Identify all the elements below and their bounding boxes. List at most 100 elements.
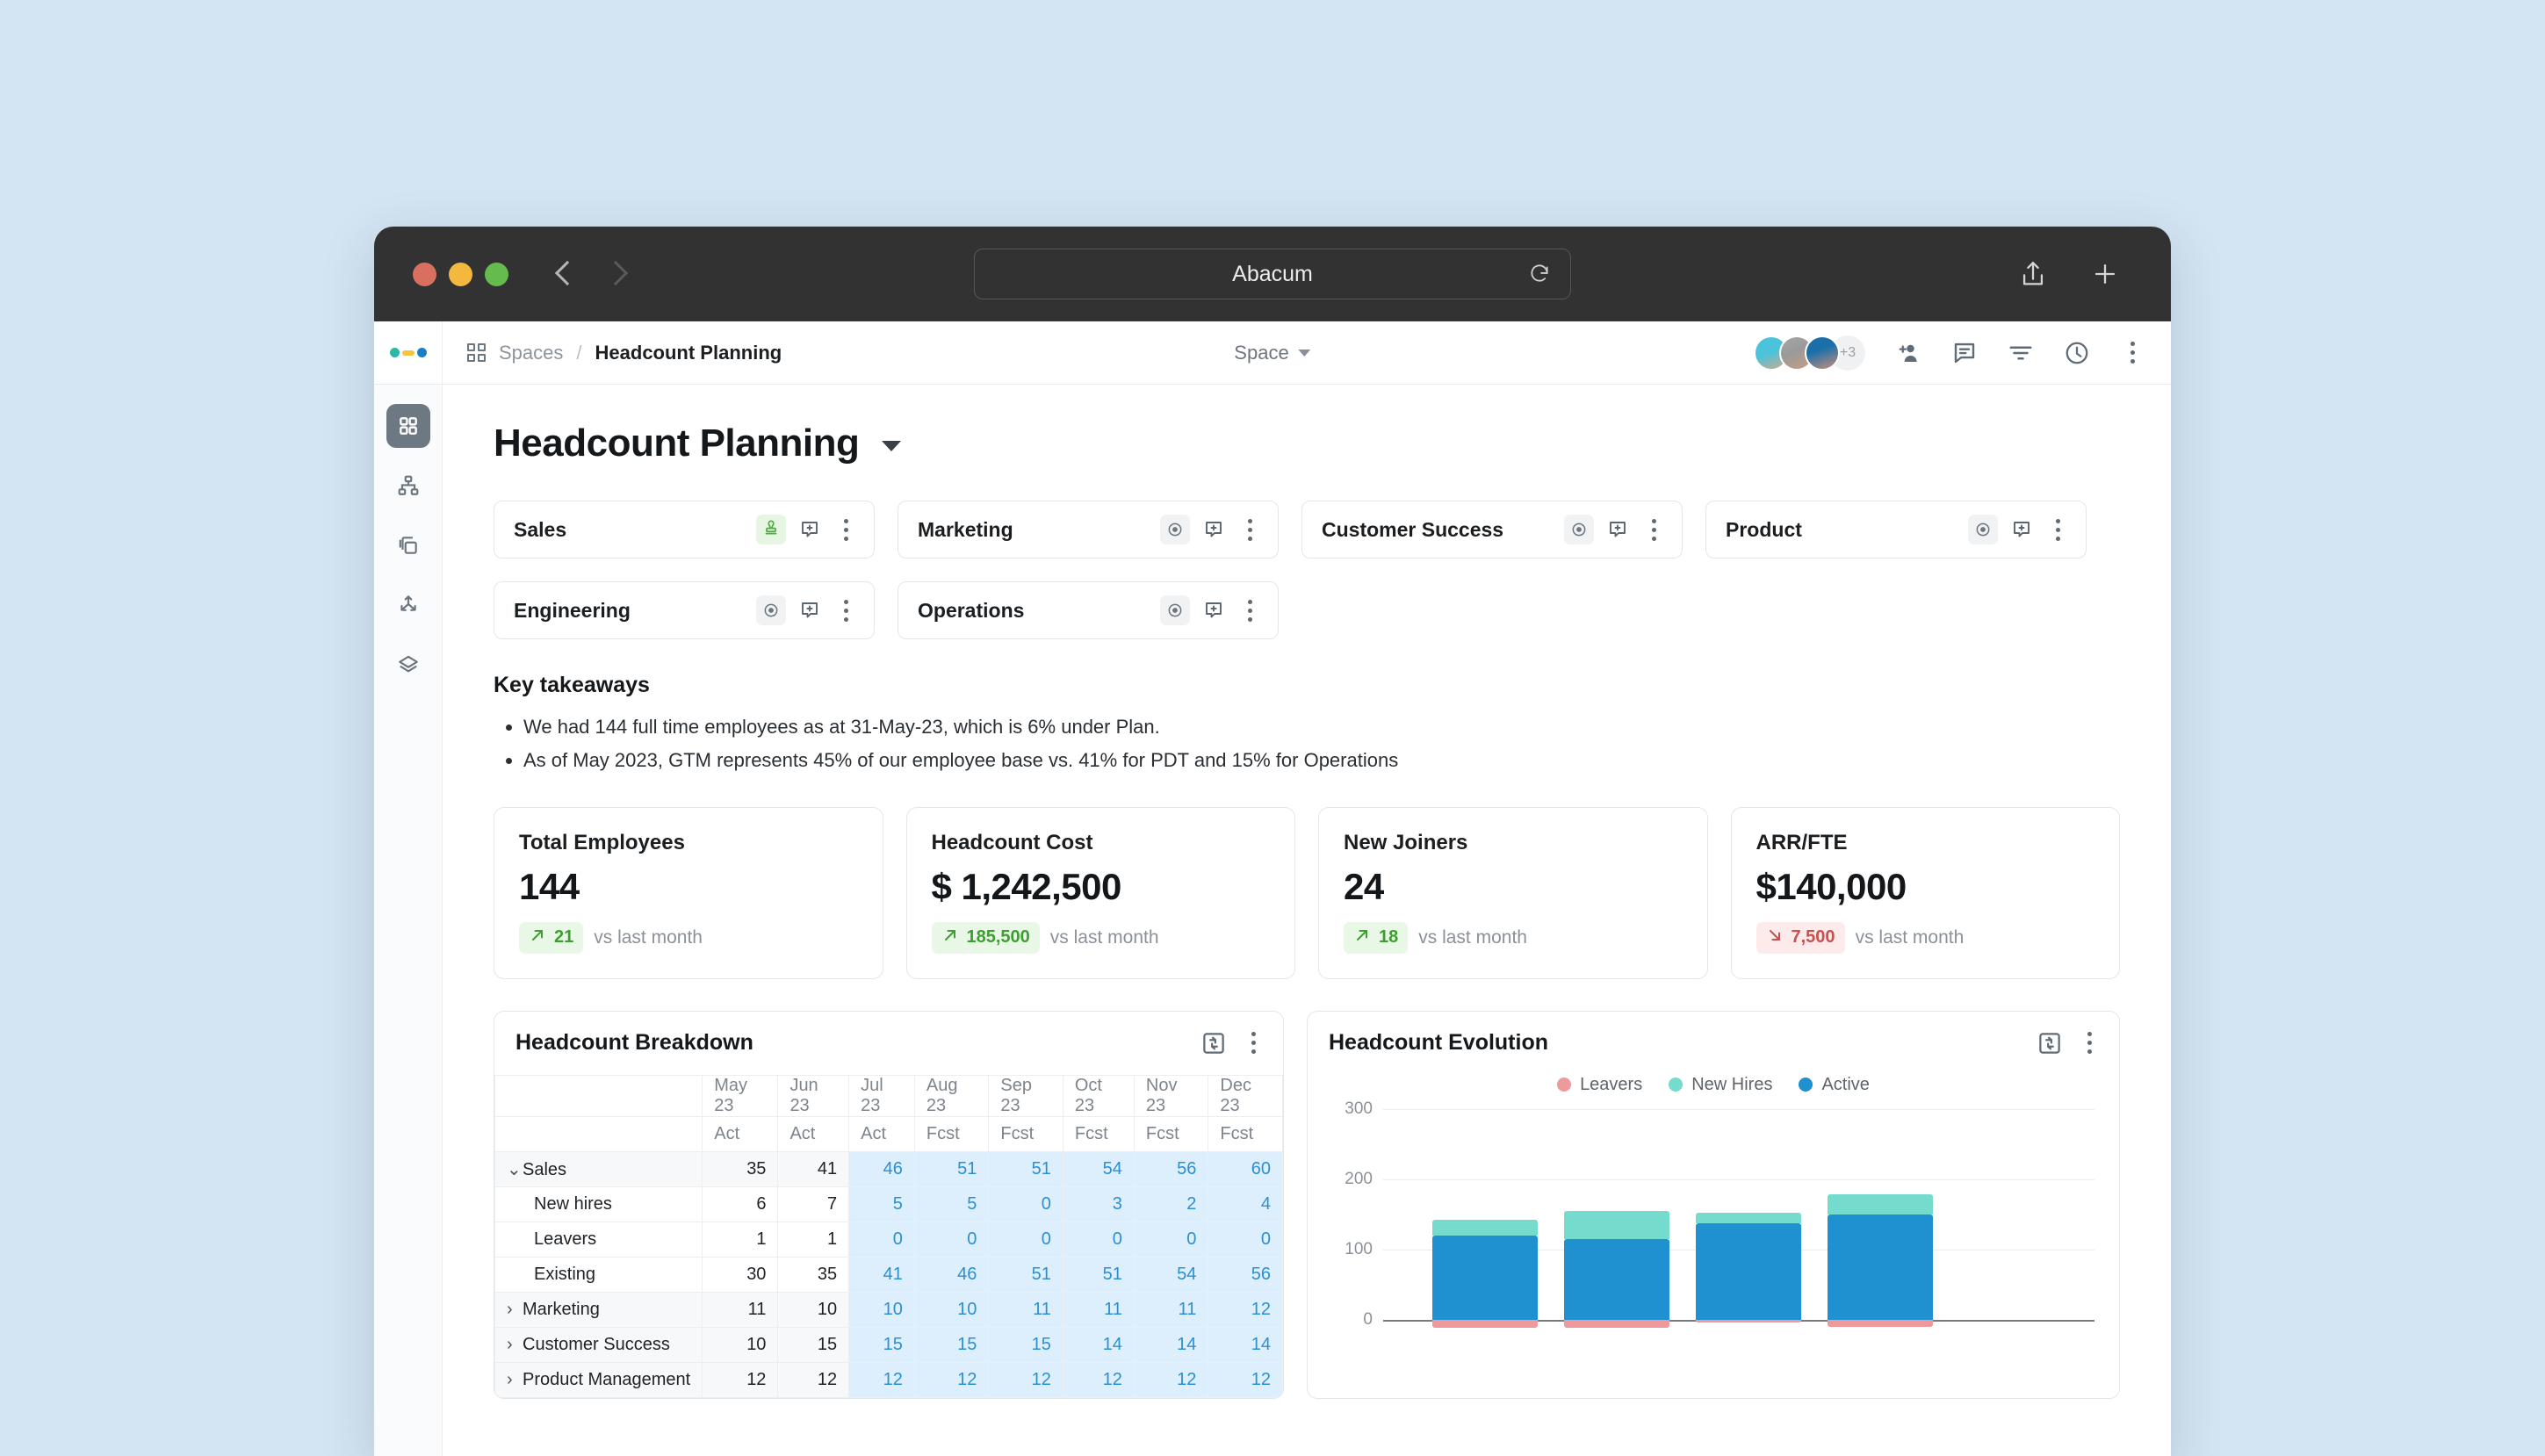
- table-cell[interactable]: 12: [988, 1361, 1063, 1398]
- table-row[interactable]: New hires 6 7 5 5 0 3 2 4: [494, 1186, 1283, 1222]
- legend-item-active[interactable]: Active: [1799, 1075, 1870, 1095]
- table-cell[interactable]: 46: [913, 1256, 990, 1293]
- table-cell[interactable]: 60: [1208, 1150, 1283, 1187]
- table-cell[interactable]: 0: [1208, 1221, 1283, 1258]
- collaborator-avatars[interactable]: +3: [1754, 335, 1865, 371]
- chart-bar-group[interactable]: [1696, 1109, 1801, 1364]
- table-row[interactable]: Existing 30 35 41 46 51 51 54 56: [494, 1256, 1283, 1293]
- sidebar-item-copies[interactable]: [386, 523, 430, 567]
- table-cell[interactable]: 11: [1133, 1291, 1209, 1328]
- table-row[interactable]: › Product Management 12 12 12 12 12 12 12 12: [494, 1361, 1283, 1398]
- stamp-approved-icon[interactable]: [756, 515, 786, 544]
- table-cell[interactable]: 14: [1208, 1326, 1283, 1363]
- table-cell[interactable]: 30: [702, 1256, 779, 1293]
- table-cell[interactable]: 12: [913, 1361, 990, 1398]
- table-cell[interactable]: 10: [702, 1326, 779, 1363]
- table-cell[interactable]: 14: [1062, 1326, 1135, 1363]
- table-cell[interactable]: 12: [1062, 1361, 1135, 1398]
- add-comment-icon[interactable]: [795, 595, 825, 625]
- table-cell[interactable]: 1: [702, 1221, 779, 1258]
- sidebar-item-dashboard[interactable]: [386, 404, 430, 448]
- pending-circle-icon[interactable]: [1968, 515, 1998, 544]
- table-cell[interactable]: 12: [1133, 1361, 1209, 1398]
- table-column-header[interactable]: Oct 23: [1062, 1074, 1135, 1117]
- table-cell[interactable]: 15: [777, 1326, 850, 1363]
- table-column-header[interactable]: Sep 23: [988, 1074, 1063, 1117]
- table-cell[interactable]: 54: [1133, 1256, 1209, 1293]
- abacum-logo[interactable]: [374, 321, 443, 384]
- table-cell[interactable]: 51: [988, 1150, 1063, 1187]
- table-cell[interactable]: 0: [1133, 1221, 1209, 1258]
- chevron-right-icon[interactable]: ›: [507, 1370, 523, 1390]
- legend-item-leavers[interactable]: Leavers: [1557, 1075, 1642, 1095]
- table-row[interactable]: › Marketing 11 10 10 10 11 11 11 12: [494, 1291, 1283, 1328]
- evolution-more-icon[interactable]: [2077, 1032, 2102, 1055]
- chevron-down-icon[interactable]: ⌄: [507, 1158, 523, 1180]
- share-icon[interactable]: [2018, 259, 2048, 289]
- table-cell[interactable]: 11: [1062, 1291, 1135, 1328]
- table-cell[interactable]: 12: [1208, 1291, 1283, 1328]
- pending-circle-icon[interactable]: [1564, 515, 1594, 544]
- table-cell[interactable]: 5: [913, 1186, 990, 1222]
- more-icon[interactable]: [833, 518, 858, 541]
- table-cell[interactable]: 12: [777, 1361, 850, 1398]
- table-cell[interactable]: 0: [1062, 1221, 1135, 1258]
- space-selector[interactable]: Space: [1234, 342, 1311, 364]
- table-column-header[interactable]: Aug 23: [913, 1074, 990, 1117]
- table-cell[interactable]: 54: [1062, 1150, 1135, 1187]
- department-card-marketing[interactable]: Marketing: [898, 501, 1279, 559]
- breadcrumb-spaces-link[interactable]: Spaces: [499, 342, 563, 364]
- pending-circle-icon[interactable]: [756, 595, 786, 625]
- table-cell[interactable]: 0: [913, 1221, 990, 1258]
- sidebar-item-scenarios[interactable]: [386, 583, 430, 627]
- chevron-right-icon[interactable]: ›: [507, 1300, 523, 1320]
- table-row[interactable]: › Customer Success 10 15 15 15 15 14 14 14: [494, 1326, 1283, 1363]
- table-cell[interactable]: 12: [848, 1361, 915, 1398]
- table-cell[interactable]: 4: [1208, 1186, 1283, 1222]
- table-cell[interactable]: 12: [1208, 1361, 1283, 1398]
- forward-icon[interactable]: [605, 263, 628, 285]
- table-cell[interactable]: 11: [988, 1291, 1063, 1328]
- table-cell[interactable]: 7: [777, 1186, 850, 1222]
- table-cell[interactable]: 6: [702, 1186, 779, 1222]
- table-cell[interactable]: 15: [988, 1326, 1063, 1363]
- expand-icon[interactable]: [2037, 1030, 2063, 1056]
- department-card-product[interactable]: Product: [1705, 501, 2087, 559]
- chevron-right-icon[interactable]: ›: [507, 1335, 523, 1355]
- avatar[interactable]: [1805, 335, 1840, 371]
- more-icon[interactable]: [833, 599, 858, 622]
- table-cell[interactable]: 2: [1133, 1186, 1209, 1222]
- table-cell[interactable]: 10: [913, 1291, 990, 1328]
- page-title-chevron-down-icon[interactable]: [882, 441, 902, 451]
- spaces-grid-icon[interactable]: [467, 343, 486, 362]
- add-comment-icon[interactable]: [1199, 595, 1229, 625]
- add-comment-icon[interactable]: [1603, 515, 1633, 544]
- table-column-header[interactable]: Dec 23: [1208, 1074, 1283, 1117]
- table-column-header[interactable]: Jul 23: [848, 1074, 915, 1117]
- more-icon[interactable]: [1641, 518, 1666, 541]
- comment-icon[interactable]: [1951, 340, 1978, 366]
- pending-circle-icon[interactable]: [1160, 595, 1190, 625]
- add-person-icon[interactable]: [1895, 340, 1921, 366]
- more-icon[interactable]: [1237, 599, 1262, 622]
- address-bar[interactable]: Abacum: [974, 249, 1571, 299]
- maximize-window-button[interactable]: [485, 262, 508, 286]
- table-row[interactable]: Leavers 1 1 0 0 0 0 0 0: [494, 1221, 1283, 1258]
- sidebar-item-layers[interactable]: [386, 643, 430, 687]
- table-cell[interactable]: 5: [848, 1186, 915, 1222]
- table-cell[interactable]: 3: [1062, 1186, 1135, 1222]
- add-comment-icon[interactable]: [795, 515, 825, 544]
- table-cell[interactable]: 56: [1208, 1256, 1283, 1293]
- minimize-window-button[interactable]: [449, 262, 472, 286]
- table-row[interactable]: ⌄Sales 35 41 46 51 51 54 56 60: [494, 1150, 1283, 1187]
- sidebar-item-org-chart[interactable]: [386, 464, 430, 508]
- back-icon[interactable]: [552, 263, 575, 285]
- department-card-engineering[interactable]: Engineering: [494, 581, 875, 639]
- table-cell[interactable]: 12: [702, 1361, 779, 1398]
- add-comment-icon[interactable]: [2007, 515, 2037, 544]
- table-column-header[interactable]: Nov 23: [1133, 1074, 1209, 1117]
- table-cell[interactable]: 35: [702, 1150, 779, 1187]
- department-card-operations[interactable]: Operations: [898, 581, 1279, 639]
- table-cell[interactable]: 15: [913, 1326, 990, 1363]
- pending-circle-icon[interactable]: [1160, 515, 1190, 544]
